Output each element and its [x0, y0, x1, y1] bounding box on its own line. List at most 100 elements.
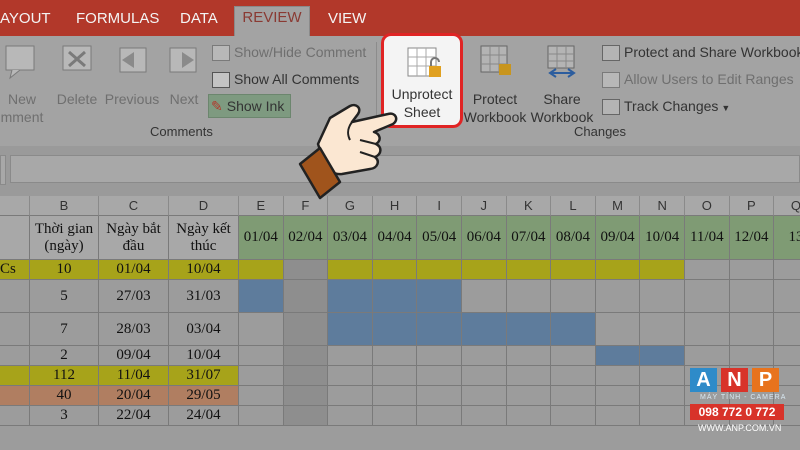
delete-comment-button[interactable]: Delete [52, 42, 102, 112]
column-header-a[interactable] [0, 196, 30, 216]
gantt-cell[interactable] [283, 260, 329, 280]
protect-and-share-button[interactable]: Protect and Share Workbook [602, 43, 800, 62]
show-hide-comment-button[interactable]: Show/Hide Comment [212, 43, 366, 62]
gantt-cell[interactable] [283, 406, 329, 426]
gantt-cell[interactable] [372, 406, 418, 426]
gantt-cell[interactable] [774, 313, 800, 346]
gantt-cell[interactable] [551, 346, 596, 366]
column-header[interactable]: N [640, 196, 685, 216]
protect-workbook-button[interactable]: Protect Workbook [462, 42, 528, 125]
gantt-cell[interactable] [685, 346, 730, 366]
gantt-cell[interactable] [328, 313, 373, 346]
gantt-cell[interactable] [640, 386, 685, 406]
tab-formulas[interactable]: FORMULAS [76, 8, 159, 30]
gantt-cell[interactable] [595, 346, 641, 366]
gantt-cell[interactable] [239, 406, 284, 426]
gantt-cell[interactable] [239, 260, 284, 280]
gantt-cell[interactable] [640, 366, 685, 386]
name-box[interactable] [0, 155, 6, 185]
gantt-cell[interactable] [328, 260, 373, 280]
tab-view[interactable]: VIEW [328, 8, 366, 30]
gantt-cell[interactable] [640, 313, 685, 346]
worksheet-grid[interactable]: B C D E F G H I J K L M N O P Q Thời gian (ngày) Ngày bắt đ… [0, 196, 800, 450]
next-comment-button[interactable]: Next [162, 42, 206, 112]
gantt-cell[interactable] [640, 406, 685, 426]
start-date-cell[interactable]: 28/03 [99, 313, 169, 346]
column-header[interactable]: L [551, 196, 596, 216]
gantt-cell[interactable] [729, 280, 775, 313]
gantt-cell[interactable] [506, 260, 552, 280]
gantt-cell[interactable] [372, 346, 418, 366]
gantt-cell[interactable] [551, 260, 596, 280]
gantt-cell[interactable] [595, 280, 641, 313]
gantt-cell[interactable] [551, 366, 596, 386]
column-header[interactable]: E [239, 196, 284, 216]
column-header[interactable]: J [462, 196, 507, 216]
gantt-cell[interactable] [462, 386, 507, 406]
column-header[interactable]: P [729, 196, 775, 216]
gantt-cell[interactable] [462, 346, 507, 366]
gantt-cell[interactable] [417, 280, 462, 313]
column-header[interactable]: C [99, 196, 169, 216]
column-header[interactable]: M [595, 196, 641, 216]
gantt-cell[interactable] [774, 346, 800, 366]
start-date-cell[interactable]: 09/04 [99, 346, 169, 366]
gantt-cell[interactable] [417, 406, 462, 426]
row-label-cell[interactable] [0, 280, 30, 313]
new-comment-button[interactable]: New mment [0, 42, 44, 125]
gantt-cell[interactable] [729, 346, 775, 366]
share-workbook-button[interactable]: Share Workbook [528, 42, 596, 125]
gantt-cell[interactable] [283, 386, 329, 406]
gantt-cell[interactable] [640, 260, 685, 280]
show-all-comments-button[interactable]: Show All Comments [212, 70, 359, 89]
gantt-cell[interactable] [283, 313, 329, 346]
gantt-cell[interactable] [283, 280, 329, 313]
gantt-cell[interactable] [551, 406, 596, 426]
end-date-cell[interactable]: 29/05 [169, 386, 239, 406]
start-date-cell[interactable]: 20/04 [99, 386, 169, 406]
end-date-cell[interactable]: 24/04 [169, 406, 239, 426]
gantt-cell[interactable] [462, 313, 507, 346]
end-date-cell[interactable]: 31/03 [169, 280, 239, 313]
gantt-cell[interactable] [506, 366, 552, 386]
start-date-cell[interactable]: 11/04 [99, 366, 169, 386]
duration-cell[interactable]: 112 [30, 366, 99, 386]
row-label-cell[interactable] [0, 313, 30, 346]
gantt-cell[interactable] [328, 386, 373, 406]
tab-page-layout[interactable]: AYOUT [0, 8, 51, 30]
end-date-cell[interactable]: 10/04 [169, 346, 239, 366]
gantt-cell[interactable] [640, 346, 685, 366]
gantt-cell[interactable] [506, 313, 552, 346]
gantt-cell[interactable] [239, 280, 284, 313]
gantt-cell[interactable] [417, 386, 462, 406]
column-header[interactable]: Q [774, 196, 800, 216]
gantt-cell[interactable] [640, 280, 685, 313]
gantt-cell[interactable] [551, 280, 596, 313]
start-date-cell[interactable]: 01/04 [99, 260, 169, 280]
end-date-cell[interactable]: 03/04 [169, 313, 239, 346]
gantt-cell[interactable] [372, 313, 418, 346]
gantt-cell[interactable] [328, 406, 373, 426]
gantt-cell[interactable] [462, 366, 507, 386]
end-date-cell[interactable]: 31/07 [169, 366, 239, 386]
gantt-cell[interactable] [328, 346, 373, 366]
gantt-cell[interactable] [774, 280, 800, 313]
gantt-cell[interactable] [417, 346, 462, 366]
gantt-cell[interactable] [506, 346, 552, 366]
gantt-cell[interactable] [372, 366, 418, 386]
row-label-cell[interactable] [0, 346, 30, 366]
gantt-cell[interactable] [729, 260, 775, 280]
gantt-cell[interactable] [506, 406, 552, 426]
gantt-cell[interactable] [239, 346, 284, 366]
gantt-cell[interactable] [417, 366, 462, 386]
gantt-cell[interactable] [595, 260, 641, 280]
column-header[interactable]: K [506, 196, 552, 216]
row-label-cell[interactable]: Cs [0, 260, 30, 280]
previous-comment-button[interactable]: Previous [102, 42, 162, 112]
duration-cell[interactable]: 10 [30, 260, 99, 280]
start-date-cell[interactable]: 22/04 [99, 406, 169, 426]
row-label-cell[interactable] [0, 366, 30, 386]
gantt-cell[interactable] [685, 313, 730, 346]
gantt-cell[interactable] [239, 386, 284, 406]
gantt-cell[interactable] [239, 366, 284, 386]
